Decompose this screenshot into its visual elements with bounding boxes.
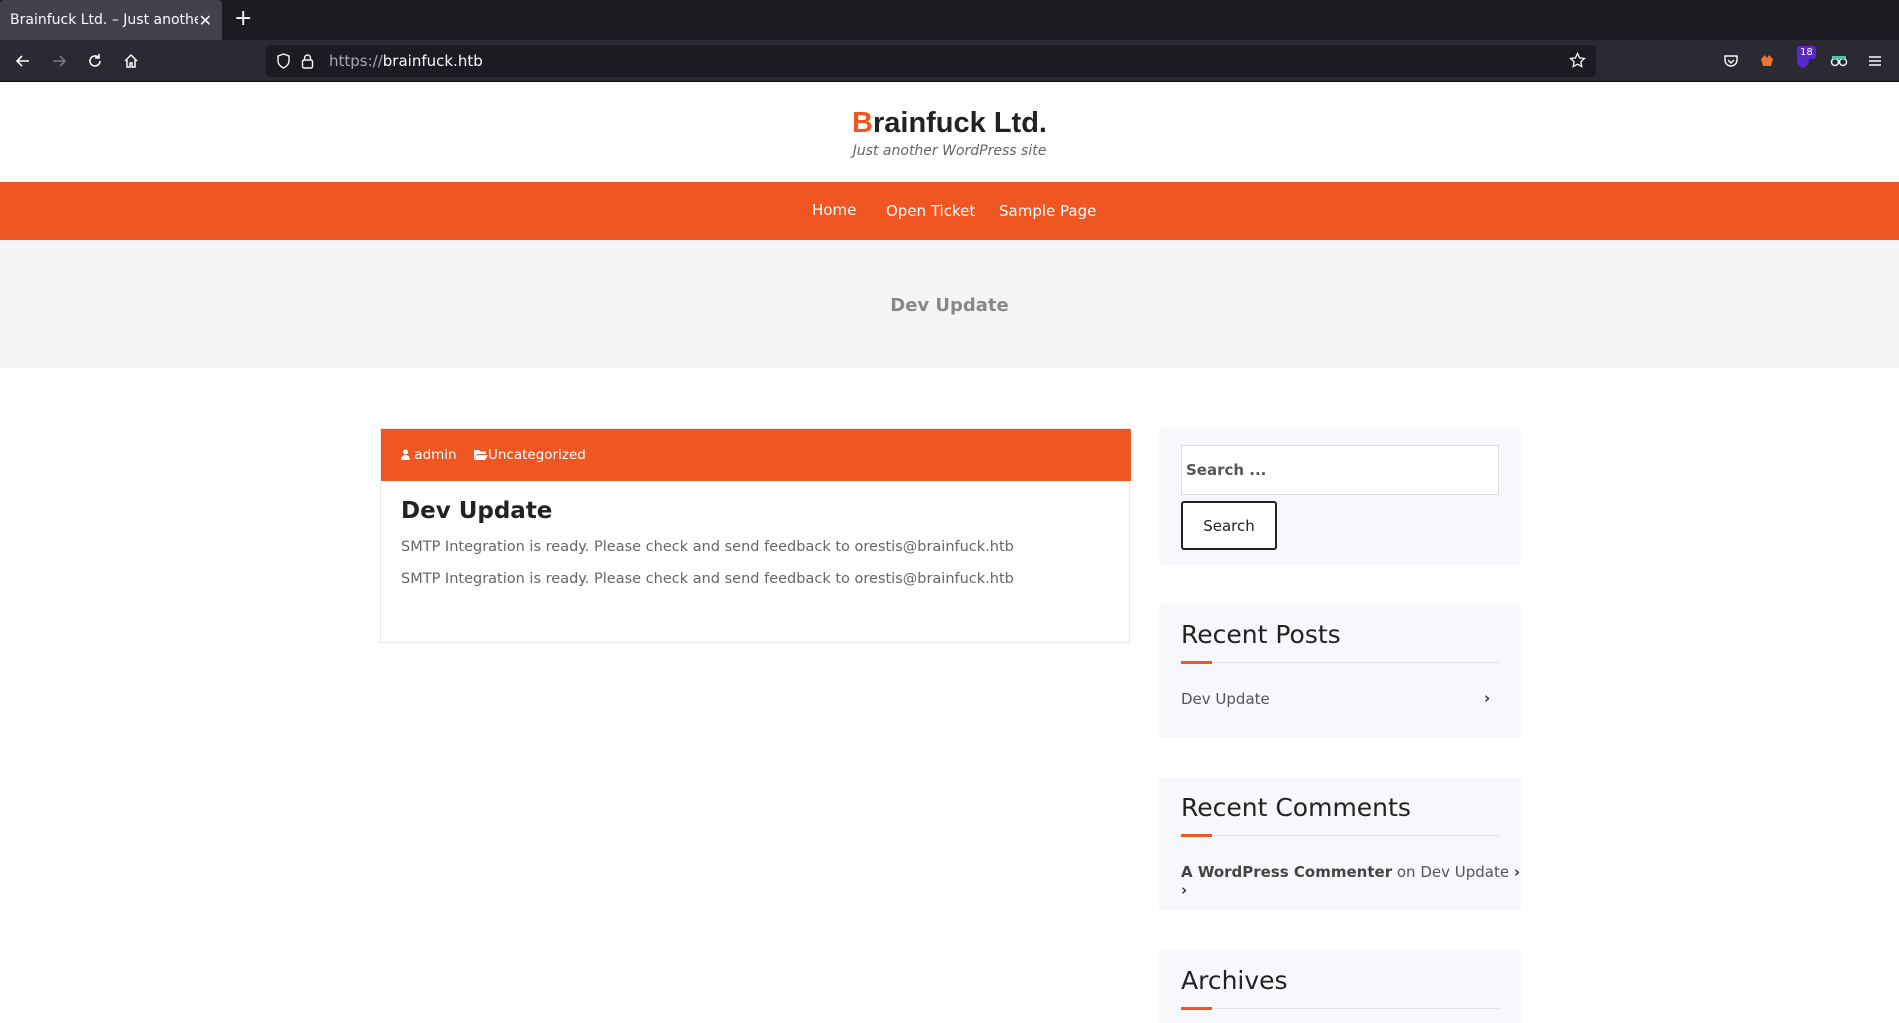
browser-tab[interactable]: Brainfuck Ltd. – Just another ✕ xyxy=(0,0,222,40)
search-input[interactable] xyxy=(1181,445,1499,495)
widget-accent-bar xyxy=(1181,1007,1212,1010)
post-author[interactable]: admin xyxy=(401,447,457,463)
chevron-right-icon: › xyxy=(1484,689,1491,707)
tab-title: Brainfuck Ltd. – Just another xyxy=(10,12,198,28)
post-category[interactable]: Uncategorized xyxy=(474,447,586,463)
browser-toolbar: https://brainfuck.htb xyxy=(0,40,1899,82)
lock-icon[interactable] xyxy=(301,53,314,73)
site-title-first-letter: B xyxy=(852,107,873,139)
foxyproxy-icon[interactable] xyxy=(1754,48,1780,74)
url-protocol: https:// xyxy=(329,52,383,70)
post-card: admin Uncategorized Dev Update SMTP Inte… xyxy=(380,428,1131,643)
recent-comment-item: A WordPress Commenter on Dev Update › › xyxy=(1181,863,1521,899)
site-header: Brainfuck Ltd. Just another WordPress si… xyxy=(0,82,1899,182)
tab-strip: Brainfuck Ltd. – Just another ✕ + xyxy=(0,0,1899,40)
post-paragraph: SMTP Integration is ready. Please check … xyxy=(401,539,1014,555)
folder-open-icon xyxy=(474,450,488,460)
user-icon xyxy=(401,449,410,460)
page: Brainfuck Ltd. Just another WordPress si… xyxy=(0,82,1899,1023)
recent-posts-widget: Recent Posts Dev Update › xyxy=(1159,604,1521,737)
archives-widget: Archives xyxy=(1159,950,1521,1023)
close-tab-icon[interactable]: ✕ xyxy=(199,11,212,30)
post-category-name: Uncategorized xyxy=(488,447,586,463)
post-title[interactable]: Dev Update xyxy=(401,498,552,524)
recent-comments-widget: Recent Comments A WordPress Commenter on… xyxy=(1159,777,1521,910)
page-banner: Dev Update xyxy=(0,240,1899,368)
search-widget: Search xyxy=(1159,428,1521,565)
shield-icon[interactable] xyxy=(276,53,291,73)
recent-posts-title: Recent Posts xyxy=(1181,620,1341,649)
forward-icon[interactable] xyxy=(46,48,72,74)
browser-chrome: Brainfuck Ltd. – Just another ✕ + https:… xyxy=(0,0,1899,82)
url-bar[interactable]: https://brainfuck.htb xyxy=(266,45,1596,77)
wappalyzer-icon[interactable] xyxy=(1826,48,1852,74)
site-tagline: Just another WordPress site xyxy=(852,143,1047,159)
recent-comments-title: Recent Comments xyxy=(1181,793,1411,822)
url-text[interactable]: https://brainfuck.htb xyxy=(329,52,483,70)
home-icon[interactable] xyxy=(118,48,144,74)
pocket-icon[interactable] xyxy=(1718,48,1744,74)
archives-title: Archives xyxy=(1181,966,1288,995)
widget-accent-bar xyxy=(1181,661,1212,664)
widget-accent-bar xyxy=(1181,834,1212,837)
bookmark-star-icon[interactable] xyxy=(1569,51,1586,73)
widget-divider xyxy=(1181,662,1499,663)
comment-author-link[interactable]: A WordPress Commenter xyxy=(1181,863,1392,881)
comment-on-text: on xyxy=(1396,863,1416,881)
banner-title: Dev Update xyxy=(890,295,1009,316)
site-title-rest: rainfuck Ltd. xyxy=(872,107,1047,139)
recent-post-link[interactable]: Dev Update xyxy=(1181,690,1270,708)
menu-icon[interactable] xyxy=(1862,48,1888,74)
widget-divider xyxy=(1181,835,1499,836)
reload-icon[interactable] xyxy=(82,48,108,74)
main-navigation: Home Open Ticket Sample Page xyxy=(0,182,1899,240)
new-tab-icon[interactable]: + xyxy=(234,8,252,30)
nav-home[interactable]: Home xyxy=(812,201,856,219)
post-meta: admin Uncategorized xyxy=(381,429,1131,481)
nav-open-ticket[interactable]: Open Ticket xyxy=(886,202,975,220)
post-paragraph: SMTP Integration is ready. Please check … xyxy=(401,571,1014,587)
back-icon[interactable] xyxy=(10,48,36,74)
url-host: brainfuck.htb xyxy=(382,52,483,70)
comment-post-link[interactable]: Dev Update xyxy=(1420,863,1509,881)
post-author-name: admin xyxy=(414,447,457,463)
site-title[interactable]: Brainfuck Ltd. xyxy=(0,107,1899,140)
extension-badge: 18 xyxy=(1797,46,1816,59)
search-button[interactable]: Search xyxy=(1181,501,1277,550)
widget-divider xyxy=(1181,1008,1499,1009)
nav-sample-page[interactable]: Sample Page xyxy=(999,202,1096,220)
